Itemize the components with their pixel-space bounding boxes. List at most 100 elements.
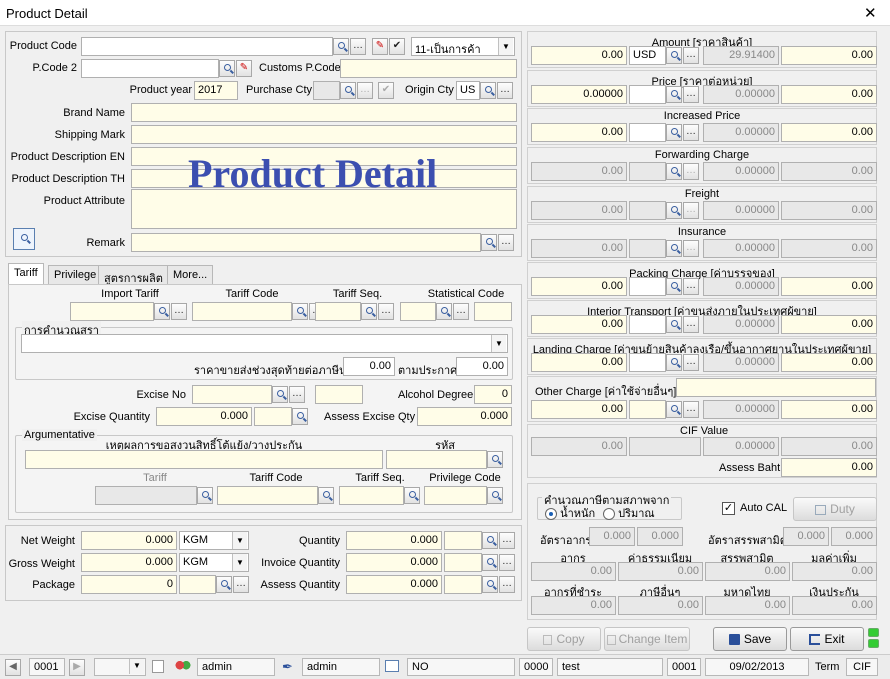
product-code-more-button[interactable]: …: [350, 38, 366, 55]
excise-extra-input[interactable]: [315, 385, 363, 404]
other-charge-currency-search-button[interactable]: [666, 401, 682, 418]
origin-cty-input[interactable]: US: [456, 81, 480, 100]
product-code-edit-button[interactable]: ✎: [372, 38, 388, 55]
charge-exchange-rate[interactable]: 0.00000: [703, 85, 779, 104]
charge-currency-search-button[interactable]: [666, 47, 682, 64]
tab-more[interactable]: More...: [167, 265, 214, 285]
brand-name-input[interactable]: [131, 103, 517, 122]
pcode2-search-button[interactable]: [219, 60, 235, 77]
invoice-unit-input[interactable]: [444, 553, 482, 572]
tab-tariff[interactable]: Tariff: [8, 263, 44, 285]
charge-thb-value[interactable]: 0.00: [781, 162, 877, 181]
origin-cty-search-button[interactable]: [480, 82, 496, 99]
interior-value[interactable]: 0.00: [705, 596, 790, 615]
product-code-search-button[interactable]: [333, 38, 349, 55]
purchase-cty-input[interactable]: [313, 81, 340, 100]
other-charge-currency-input[interactable]: [629, 400, 666, 419]
gross-unit-select[interactable]: KGM ▼: [179, 553, 249, 572]
charge-exchange-rate[interactable]: 0.00000: [703, 315, 779, 334]
charge-currency-more-button[interactable]: …: [683, 124, 699, 141]
charge-currency-input[interactable]: [629, 315, 666, 334]
next-record-icon[interactable]: ▶: [69, 659, 85, 676]
charge-currency-input[interactable]: [629, 277, 666, 296]
charge-currency-search-button[interactable]: [666, 163, 682, 180]
quantity-unit-more-button[interactable]: …: [499, 532, 515, 549]
invoice-unit-search-button[interactable]: [482, 554, 498, 571]
net-weight-input[interactable]: 0.000: [81, 531, 177, 550]
charge-currency-input[interactable]: [629, 239, 666, 258]
charge-currency-search-button[interactable]: [666, 86, 682, 103]
excise-no-input[interactable]: [192, 385, 272, 404]
net-unit-select[interactable]: KGM ▼: [179, 531, 249, 550]
excise-unit-input[interactable]: [254, 407, 292, 426]
charge-currency-input[interactable]: USD: [629, 46, 666, 65]
alcohol-degree-input[interactable]: 0: [474, 385, 512, 404]
vat-value[interactable]: 0.00: [792, 562, 877, 581]
prev-record-icon[interactable]: ◀: [5, 659, 21, 676]
charge-foreign-value[interactable]: 0.00: [531, 123, 627, 142]
excise-no-search-button[interactable]: [272, 386, 288, 403]
charge-exchange-rate[interactable]: 0.00000: [703, 277, 779, 296]
pcode2-input[interactable]: [81, 59, 219, 78]
arg-tariff-input[interactable]: [95, 486, 197, 505]
product-code-confirm-button[interactable]: ✔: [389, 38, 405, 55]
remark-search-button[interactable]: [481, 234, 497, 251]
charge-foreign-value[interactable]: 0.00: [531, 162, 627, 181]
charge-currency-more-button[interactable]: …: [683, 240, 699, 257]
assess-excise-input[interactable]: 0.000: [417, 407, 512, 426]
arg-tariff-seq-search-button[interactable]: [404, 487, 420, 504]
duty-button[interactable]: Duty: [793, 497, 877, 521]
charge-foreign-value[interactable]: 0.00: [531, 239, 627, 258]
charge-foreign-value[interactable]: 0.00: [531, 277, 627, 296]
last-price-input[interactable]: 0.00: [343, 357, 395, 376]
other-charge-value-input[interactable]: 0.00: [531, 400, 627, 419]
desc-en-input[interactable]: [131, 147, 517, 166]
charge-exchange-rate[interactable]: 29.91400: [703, 46, 779, 65]
charge-foreign-value[interactable]: 0.00: [531, 201, 627, 220]
statistical-more-button[interactable]: …: [453, 303, 469, 320]
exit-button[interactable]: Exit: [790, 627, 864, 651]
record-select[interactable]: ▼: [94, 658, 146, 676]
package-unit-input[interactable]: [179, 575, 216, 594]
other-charge-desc-input[interactable]: [676, 378, 876, 397]
tariff-seq-input[interactable]: [315, 302, 361, 321]
liquor-calc-select[interactable]: ▼: [21, 334, 508, 353]
charge-thb-value[interactable]: 0.00: [781, 201, 877, 220]
assess-unit-more-button[interactable]: …: [499, 576, 515, 593]
charge-currency-search-button[interactable]: [666, 354, 682, 371]
auto-cal-checkbox[interactable]: ✓ Auto CAL: [722, 502, 787, 515]
charge-currency-input[interactable]: [629, 162, 666, 181]
by-weight-radio[interactable]: น้ำหนัก: [545, 504, 595, 522]
statistical-search-button[interactable]: [436, 303, 452, 320]
charge-exchange-rate[interactable]: 0.00000: [703, 239, 779, 258]
assess-unit-search-button[interactable]: [482, 576, 498, 593]
charge-foreign-value[interactable]: 0.00: [531, 46, 627, 65]
charge-thb-value[interactable]: 0.00: [781, 46, 877, 65]
excise-qty-input[interactable]: 0.000: [156, 407, 252, 426]
tariff-code-input[interactable]: [192, 302, 292, 321]
arg-reason-input[interactable]: [25, 450, 383, 469]
purchase-cty-more-button[interactable]: …: [357, 82, 373, 99]
purchase-cty-search-button[interactable]: [340, 82, 356, 99]
invoice-unit-more-button[interactable]: …: [499, 554, 515, 571]
excise-unit-search-button[interactable]: [292, 408, 308, 425]
charge-currency-more-button[interactable]: …: [683, 354, 699, 371]
statistical-code-input[interactable]: [400, 302, 436, 321]
charge-currency-more-button[interactable]: …: [683, 86, 699, 103]
tariff-code-search-button[interactable]: [292, 303, 308, 320]
privilege-code-search-button[interactable]: [487, 487, 503, 504]
import-tariff-more-button[interactable]: …: [171, 303, 187, 320]
chevron-down-icon[interactable]: ▼: [498, 38, 513, 55]
charge-thb-value[interactable]: 0.00: [781, 239, 877, 258]
copy-button[interactable]: Copy: [527, 627, 601, 651]
arg-code-input[interactable]: [386, 450, 487, 469]
chevron-down-icon[interactable]: ▼: [491, 335, 506, 352]
cif-rate-input[interactable]: 0.00000: [703, 437, 779, 456]
charge-thb-value[interactable]: 0.00: [781, 315, 877, 334]
charge-currency-search-button[interactable]: [666, 202, 682, 219]
customs-pcode-input[interactable]: [340, 59, 517, 78]
excise-rate-2-input[interactable]: 0.000: [831, 527, 877, 546]
deposit-value[interactable]: 0.00: [792, 596, 877, 615]
gross-weight-input[interactable]: 0.000: [81, 553, 177, 572]
change-item-button[interactable]: Change Item: [604, 627, 690, 651]
